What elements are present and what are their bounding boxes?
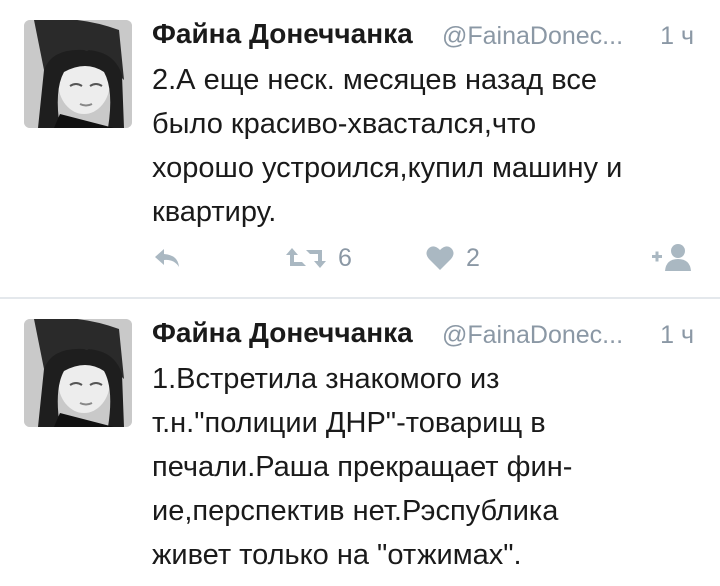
timestamp[interactable]: 1 ч — [660, 321, 694, 350]
tweet-text-line: хорошо устроился,купил машину и — [152, 152, 623, 184]
avatar[interactable] — [24, 20, 132, 128]
author-handle[interactable]: @FainaDonec... — [442, 321, 623, 350]
retweet-count: 6 — [338, 243, 352, 272]
tweet-header: Файна Донеччанка @FainaDonec... 1 ч — [152, 313, 702, 353]
author-name[interactable]: Файна Донеччанка — [152, 18, 413, 50]
avatar-image — [24, 319, 132, 427]
tweet-text-line: было красиво-хвастался,что — [152, 108, 537, 140]
tweet-text-line: живет только на "отжимах". — [152, 539, 522, 571]
heart-icon — [426, 245, 454, 271]
reply-button[interactable] — [152, 238, 182, 278]
add-user-icon — [652, 243, 692, 273]
like-button[interactable]: 2 — [426, 238, 480, 278]
tweet-text: 2.А еще неск. месяцев назад все было кра… — [152, 58, 700, 234]
tweet-actions: 6 2 — [152, 238, 702, 278]
avatar[interactable] — [24, 319, 132, 427]
tweet-text-line: ие,перспектив нет.Рэспублика — [152, 495, 559, 527]
retweet-icon — [286, 246, 326, 270]
tweet[interactable]: Файна Донеччанка @FainaDonec... 1 ч 1.Вс… — [0, 299, 720, 586]
like-count: 2 — [466, 243, 480, 272]
tweet-header: Файна Донеччанка @FainaDonec... 1 ч — [152, 14, 702, 54]
timestamp[interactable]: 1 ч — [660, 22, 694, 51]
follow-button[interactable] — [652, 238, 692, 278]
tweet-text-line: печали.Раша прекращает фин- — [152, 451, 573, 483]
tweet[interactable]: Файна Донеччанка @FainaDonec... 1 ч 2.А … — [0, 0, 720, 298]
tweet-text-line: т.н."полиции ДНР"-товарищ в — [152, 407, 546, 439]
retweet-button[interactable]: 6 — [286, 238, 352, 278]
avatar-image — [24, 20, 132, 128]
tweet-text-line: 1.Встретила знакомого из — [152, 363, 500, 395]
tweet-text-line: квартиру. — [152, 196, 277, 228]
author-name[interactable]: Файна Донеччанка — [152, 317, 413, 349]
author-handle[interactable]: @FainaDonec... — [442, 22, 623, 51]
tweet-text-line: 2.А еще неск. месяцев назад все — [152, 64, 597, 96]
reply-arrow-icon — [152, 246, 182, 270]
tweet-text: 1.Встретила знакомого из т.н."полиции ДН… — [152, 357, 700, 577]
